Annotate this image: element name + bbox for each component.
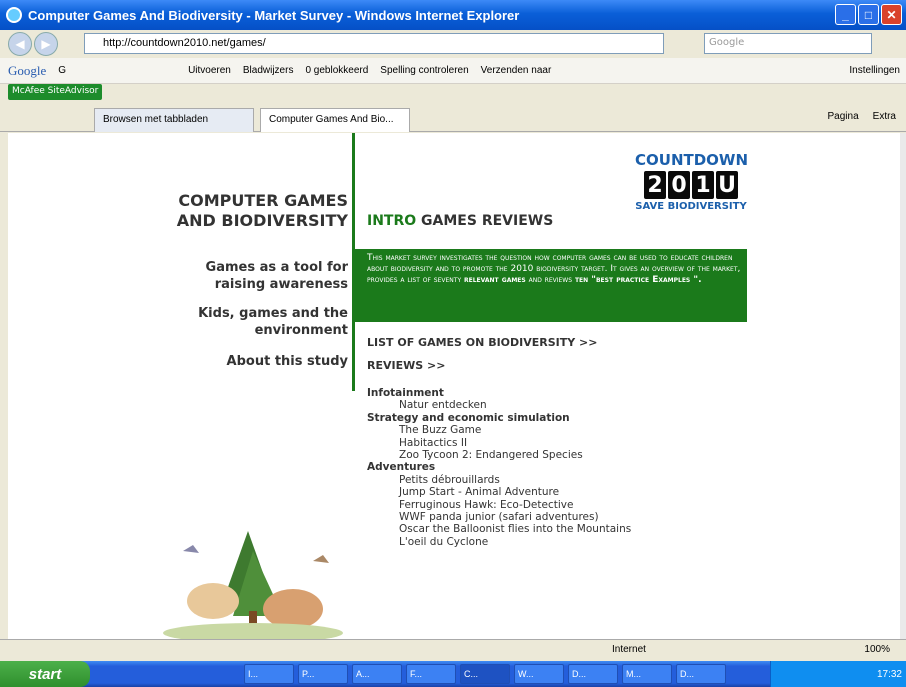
back-button[interactable]: ◀	[8, 32, 32, 56]
right-column: COUNTDOWN 2 0 1 U SAVE BIODIVERSITY INTR…	[355, 133, 900, 639]
taskbar-item[interactable]: A...	[352, 664, 402, 684]
send-to-button[interactable]: Verzenden naar	[481, 65, 552, 76]
window-title: Computer Games And Biodiversity - Market…	[28, 7, 520, 23]
reviews-link[interactable]: REVIEWS >>	[367, 359, 445, 372]
taskbar-item[interactable]: D...	[568, 664, 618, 684]
nav-about-study[interactable]: About this study	[227, 353, 348, 370]
tab-browsing[interactable]: Browsen met tabbladen	[94, 108, 254, 132]
status-bar: Internet 100%	[0, 639, 906, 659]
nav-label: Games as a tool for	[205, 260, 348, 275]
list-of-games-link[interactable]: LIST OF GAMES ON BIODIVERSITY >>	[367, 336, 598, 349]
start-button[interactable]: start	[0, 661, 90, 687]
tab-bar: Browsen met tabbladen Computer Games And…	[0, 104, 906, 132]
logo-digit: 2	[644, 171, 666, 199]
security-zone: Internet	[612, 644, 646, 655]
nav-label: About this study	[226, 354, 348, 369]
relevant-games-link[interactable]: relevant games	[464, 275, 526, 285]
section-header: INTRO GAMES REVIEWS	[367, 213, 553, 229]
browser-window: Computer Games And Biodiversity - Market…	[0, 0, 906, 687]
taskbar: start I... P... A... F... C... W... D...…	[0, 661, 906, 687]
logo-digit: 1	[692, 171, 714, 199]
review-item[interactable]: Oscar the Balloonist flies into the Moun…	[367, 523, 631, 535]
minimize-button[interactable]: _	[835, 4, 856, 25]
extra-menu[interactable]: Extra	[873, 111, 896, 122]
left-column: COMPUTER GAMES AND BIODIVERSITY Games as…	[8, 133, 352, 639]
logo-digit: U	[716, 171, 738, 199]
spellcheck-button[interactable]: Spelling controleren	[380, 65, 468, 76]
google-logo: Google	[8, 62, 47, 78]
tab-games-reviews[interactable]: GAMES REVIEWS	[421, 213, 553, 229]
taskbar-item[interactable]: W...	[514, 664, 564, 684]
logo-digit: 0	[668, 171, 690, 199]
review-item[interactable]: WWF panda junior (safari adventures)	[367, 511, 631, 523]
site-title: COMPUTER GAMES AND BIODIVERSITY	[177, 191, 348, 231]
page-content: COMPUTER GAMES AND BIODIVERSITY Games as…	[8, 133, 900, 639]
settings-button[interactable]: Instellingen	[849, 65, 900, 76]
review-item[interactable]: Habitactics II	[367, 437, 631, 449]
nature-illustration	[163, 531, 343, 639]
countdown-2010-logo[interactable]: COUNTDOWN 2 0 1 U SAVE BIODIVERSITY	[635, 151, 749, 229]
nav-games-tool[interactable]: Games as a tool for raising awareness	[206, 259, 348, 293]
taskbar-item[interactable]: F...	[406, 664, 456, 684]
nav-label: Kids, games and the	[198, 306, 348, 321]
title-bar: Computer Games And Biodiversity - Market…	[0, 0, 906, 30]
nav-label: raising awareness	[214, 277, 348, 292]
taskbar-item[interactable]: D...	[676, 664, 726, 684]
category-infotainment: Infotainment	[367, 387, 444, 399]
address-bar: ◀ ▶ http://countdown2010.net/games/ Goog…	[0, 30, 906, 58]
mcafee-siteadvisor-button[interactable]: McAfee SiteAdvisor	[8, 84, 103, 100]
nav-kids-games[interactable]: Kids, games and the environment	[198, 305, 348, 339]
clock[interactable]: 17:32	[877, 669, 902, 680]
tab-intro[interactable]: INTRO	[367, 213, 416, 229]
best-practice-link[interactable]: ten "best practice Examples ".	[575, 275, 702, 285]
maximize-button[interactable]: □	[858, 4, 879, 25]
popup-blocked[interactable]: 0 geblokkeerd	[305, 65, 368, 76]
category-strategy: Strategy and economic simulation	[367, 411, 570, 424]
vertical-scrollbar[interactable]	[900, 133, 906, 639]
review-item[interactable]: Jump Start - Animal Adventure	[367, 486, 631, 498]
review-item[interactable]: L'oeil du Cyclone	[367, 536, 631, 548]
taskbar-item[interactable]: C...	[460, 664, 510, 684]
review-item[interactable]: The Buzz Game	[367, 424, 631, 436]
google-g-button[interactable]: G	[58, 65, 66, 76]
logo-top-text: COUNTDOWN	[635, 151, 749, 169]
review-item[interactable]: Ferruginous Hawk: Eco-Detective	[367, 499, 631, 511]
intro-box: This market survey investigates the ques…	[355, 249, 747, 322]
review-item[interactable]: Zoo Tycoon 2: Endangered Species	[367, 449, 631, 461]
site-title-line2: AND BIODIVERSITY	[176, 211, 348, 230]
taskbar-item[interactable]: P...	[298, 664, 348, 684]
tab-current-page[interactable]: Computer Games And Bio...	[260, 108, 410, 132]
system-tray: 17:32	[770, 661, 906, 687]
nav-label: environment	[254, 323, 348, 338]
taskbar-item[interactable]: I...	[244, 664, 294, 684]
search-input[interactable]: Google	[704, 33, 872, 54]
site-title-line1: COMPUTER GAMES	[178, 191, 348, 210]
intro-text-mid: and reviews	[528, 275, 573, 285]
category-adventures: Adventures	[367, 461, 436, 474]
review-item[interactable]: Natur entdecken	[367, 399, 631, 411]
zoom-level[interactable]: 100%	[864, 644, 890, 655]
page-menu[interactable]: Pagina	[828, 111, 859, 122]
run-button[interactable]: Uitvoeren	[188, 65, 231, 76]
close-button[interactable]: ✕	[881, 4, 902, 25]
review-item[interactable]: Petits débrouillards	[367, 474, 631, 486]
logo-bottom-text: SAVE BIODIVERSITY	[635, 201, 747, 212]
taskbar-item[interactable]: M...	[622, 664, 672, 684]
google-toolbar: Google G Uitvoeren Bladwijzers 0 geblokk…	[0, 58, 906, 84]
url-input[interactable]: http://countdown2010.net/games/	[84, 33, 664, 54]
forward-button[interactable]: ▶	[34, 32, 58, 56]
reviews-list: Infotainment Natur entdecken Strategy an…	[367, 387, 631, 548]
bookmarks-button[interactable]: Bladwijzers	[243, 65, 294, 76]
ie-icon	[6, 7, 22, 23]
